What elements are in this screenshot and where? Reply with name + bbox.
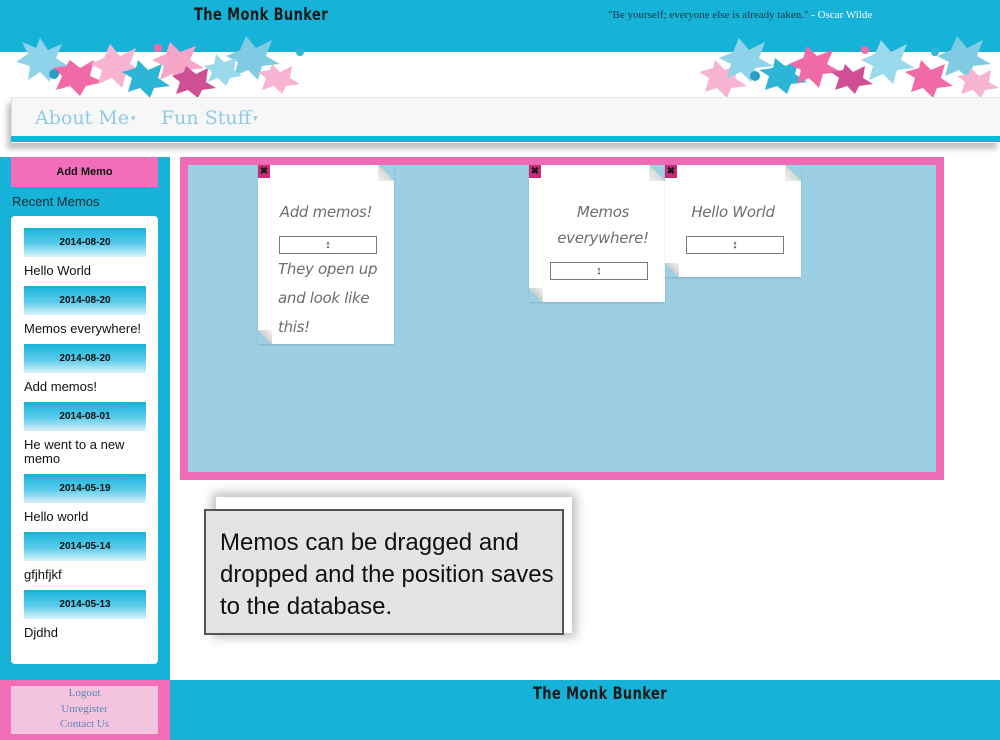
list-item[interactable]: 2014-05-13 Djdhd — [24, 590, 146, 648]
list-item[interactable]: 2014-08-01 He went to a new memo — [24, 402, 146, 474]
memo-note-memos-everywhere[interactable]: ✖ Memos everywhere! ↕ — [529, 165, 665, 302]
contact-us-link[interactable]: Contact Us — [11, 717, 158, 733]
memo-title: Hello World — [24, 263, 91, 278]
callout-box: Memos can be dragged and dropped and the… — [204, 509, 564, 635]
list-item[interactable]: 2014-08-20 Hello World — [24, 228, 146, 286]
nav-item-about-me[interactable]: About Me ▾ — [35, 107, 135, 129]
header-quote: "Be yourself; everyone else is already t… — [608, 9, 872, 21]
list-item[interactable]: 2014-05-14 gfjhfjkf — [24, 532, 146, 590]
callout-text: Memos can be dragged and dropped and the… — [220, 529, 554, 620]
memo-title: Djdhd — [24, 625, 58, 640]
recent-memos-list: 2014-08-20 Hello World 2014-08-20 Memos … — [24, 228, 146, 648]
memo-date: 2014-05-14 — [24, 532, 146, 561]
page-curl — [529, 288, 543, 302]
memo-note-title: Hello World — [691, 203, 775, 221]
resize-handle[interactable]: ↕ — [686, 236, 784, 254]
memo-date: 2014-05-13 — [24, 590, 146, 619]
footer-title: The Monk Bunker — [533, 684, 668, 704]
floral-decoration-right — [699, 36, 999, 98]
nav-accent-stripe — [11, 136, 1000, 142]
memo-date: 2014-08-20 — [24, 344, 146, 373]
quote-text: "Be yourself; everyone else is already t… — [608, 9, 809, 21]
memo-date: 2014-08-20 — [24, 286, 146, 315]
memo-title: gfjhfjkf — [24, 567, 62, 582]
nav-item-label: Fun Stuff — [161, 107, 252, 129]
memo-board-area: ✖ Add memos! ↕ They open up and look lik… — [188, 165, 936, 472]
memo-note-title: Add memos! — [279, 203, 373, 221]
page-curl — [258, 330, 272, 344]
unregister-link[interactable]: Unregister — [11, 702, 158, 718]
memo-board: ✖ Add memos! ↕ They open up and look lik… — [180, 157, 944, 480]
site-title[interactable]: The Monk Bunker — [194, 5, 328, 25]
logout-link[interactable]: Logout — [11, 686, 158, 702]
footer-links: Logout Unregister Contact Us — [11, 686, 158, 734]
memo-title: Hello world — [24, 509, 89, 524]
memo-note-add-memos[interactable]: ✖ Add memos! ↕ They open up and look lik… — [258, 165, 394, 344]
memo-note-title: Memos everywhere! — [557, 203, 649, 247]
memo-title: Add memos! — [24, 379, 97, 394]
resize-handle[interactable]: ↕ — [279, 236, 377, 254]
memo-note-body: They open up and look like this! — [278, 260, 378, 336]
memo-date: 2014-05-19 — [24, 474, 146, 503]
nav-item-label: About Me — [35, 107, 129, 129]
memo-title: He went to a new memo — [24, 437, 125, 466]
chevron-down-icon: ▾ — [253, 114, 258, 124]
memo-title: Memos everywhere! — [24, 321, 142, 336]
memo-date: 2014-08-01 — [24, 402, 146, 431]
list-item[interactable]: 2014-05-19 Hello world — [24, 474, 146, 532]
resize-handle[interactable]: ↕ — [550, 262, 648, 280]
quote-author: - Oscar Wilde — [808, 9, 873, 21]
close-icon[interactable]: ✖ — [665, 165, 677, 178]
page-curl — [665, 263, 679, 277]
add-memo-button[interactable]: Add Memo — [11, 157, 158, 187]
memo-date: 2014-08-20 — [24, 228, 146, 257]
list-item[interactable]: 2014-08-20 Add memos! — [24, 344, 146, 402]
nav-item-fun-stuff[interactable]: Fun Stuff ▾ — [161, 107, 258, 129]
recent-memos-heading: Recent Memos — [12, 194, 100, 209]
close-icon[interactable]: ✖ — [258, 165, 270, 178]
list-item[interactable]: 2014-08-20 Memos everywhere! — [24, 286, 146, 344]
close-icon[interactable]: ✖ — [529, 165, 541, 178]
memo-note-hello-world[interactable]: ✖ Hello World ↕ — [665, 165, 801, 277]
chevron-down-icon: ▾ — [130, 114, 136, 124]
floral-decoration-left — [16, 36, 304, 98]
